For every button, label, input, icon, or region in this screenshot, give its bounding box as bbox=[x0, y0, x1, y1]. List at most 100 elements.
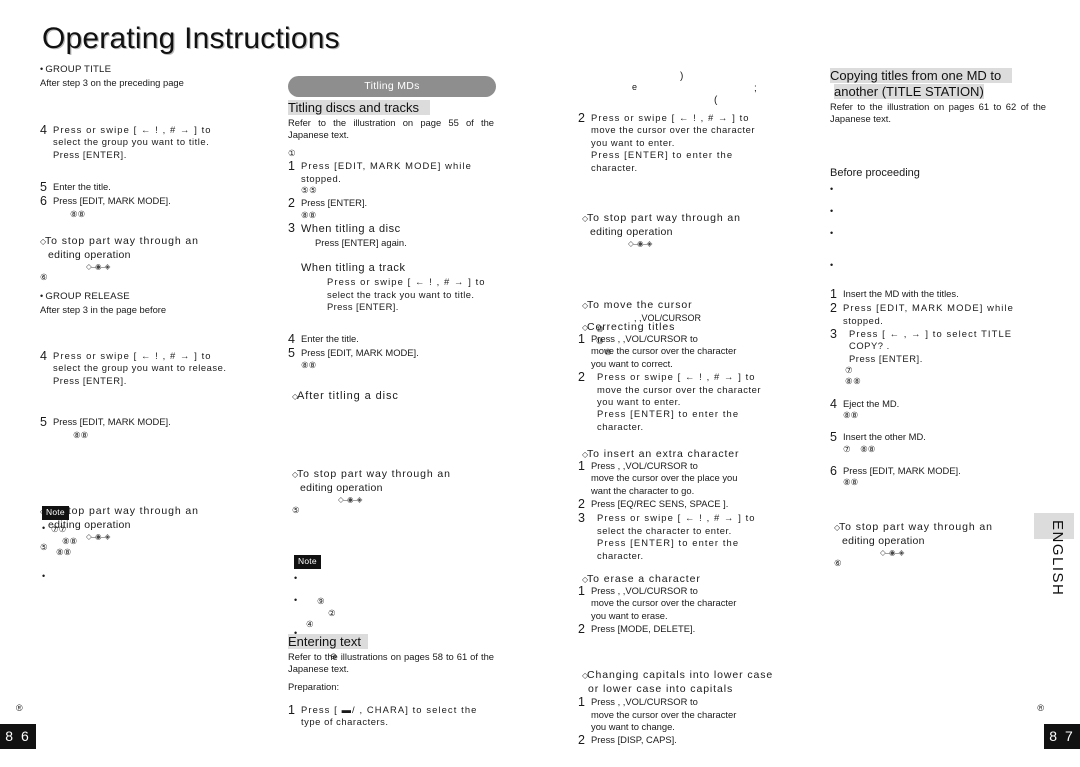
group-title-heading: GROUP TITLE bbox=[40, 64, 268, 77]
step-line: Press [EDIT, MARK MODE]. bbox=[53, 195, 171, 207]
step-line: COPY? . bbox=[849, 340, 890, 352]
step-line: Eject the MD. bbox=[843, 397, 900, 409]
circled-reference: ⑧⑧ bbox=[843, 477, 859, 488]
when-titling-track-line: Press or swipe [ ← ! , # → ] to bbox=[327, 276, 486, 288]
stop-heading-ghost: To stop part way through an bbox=[297, 467, 451, 480]
step-line: Enter the title. bbox=[301, 333, 359, 344]
changing-caps-section: ◇Changing capitals into lower caseChangi… bbox=[578, 668, 798, 748]
step-number: 5 bbox=[40, 415, 47, 429]
page-number-left: 8 6 bbox=[0, 724, 36, 749]
circled-reference: ⑦ bbox=[845, 365, 854, 376]
step-line: character. bbox=[597, 420, 644, 432]
when-titling-disc-heading: When titling a disc bbox=[301, 222, 401, 235]
step-line: move the cursor over the character bbox=[591, 124, 756, 136]
note-block-1: Note ⑦⑦ ⑧⑧ ⑧⑧ bbox=[42, 506, 262, 583]
before-item bbox=[830, 260, 1046, 273]
stop-heading-line2: editing operation bbox=[842, 535, 925, 548]
insert-character-heading: ◇ To insert an extra character bbox=[582, 447, 798, 460]
stop-heading-ghost: To stop part way through an bbox=[839, 521, 993, 533]
ocr-artifacts: ) e ; ( bbox=[578, 70, 798, 118]
circled-reference: ⑤⑤ bbox=[301, 185, 318, 196]
artifact-glyph: ( bbox=[714, 95, 718, 106]
note-item-circle: ② bbox=[328, 607, 336, 618]
when-titling-track-line: select the track you want to title. bbox=[327, 288, 475, 300]
step-line: Press [ENTER] to enter the bbox=[591, 149, 734, 161]
step-line: move the cursor over the character bbox=[591, 597, 737, 609]
note-item: ⑦⑦ bbox=[42, 523, 262, 536]
erase-character-heading: ◇ To erase a character bbox=[582, 572, 798, 585]
step-number: 4 bbox=[288, 332, 295, 346]
step-line: Press [ENTER]. bbox=[301, 197, 368, 209]
step-number: 1 bbox=[578, 459, 585, 473]
when-titling-disc-body: Press [ENTER] again. bbox=[315, 237, 407, 249]
step-line: you want to enter. bbox=[597, 396, 681, 408]
step-line: Press or swipe [ ← ! , # → ] to bbox=[597, 371, 756, 383]
changing-caps-heading: ◇Changing capitals into lower caseChangi… bbox=[582, 668, 798, 696]
step-number: 6 bbox=[830, 463, 837, 478]
changing-caps-heading-line2: or lower case into capitals bbox=[588, 683, 734, 696]
stop-operation-heading-1: ◇To stop part way through anTo stop part… bbox=[40, 234, 268, 284]
note-label: Note bbox=[294, 555, 321, 569]
manual-page: Operating Instructions GROUP TITLE After… bbox=[0, 0, 1080, 767]
step-line: you want to erase. bbox=[591, 609, 668, 621]
circled-reference: ⑤ bbox=[292, 504, 301, 515]
registered-mark-right: ® bbox=[1037, 703, 1044, 713]
stop-heading-dots: ◇–◉–◈ bbox=[628, 239, 652, 249]
step-number: 3 bbox=[830, 326, 837, 341]
entering-text-ref: Refer to the illustrations on pages 58 t… bbox=[288, 650, 494, 675]
before-item bbox=[830, 228, 1046, 261]
registered-mark-left: ® bbox=[16, 703, 23, 713]
step-line: you want to enter. bbox=[591, 136, 675, 148]
step-line: character. bbox=[591, 161, 638, 173]
circled-reference: ⑥ bbox=[834, 558, 843, 569]
before-proceeding-block: Before proceeding bbox=[830, 166, 1046, 273]
step-line: select the group you want to release. bbox=[53, 362, 227, 374]
step-number: 2 bbox=[578, 733, 585, 748]
step-number: 2 bbox=[578, 497, 585, 512]
step-number: 4 bbox=[830, 396, 837, 411]
insert-character-section: ◇ To insert an extra character 1 Press , … bbox=[578, 447, 798, 563]
copying-titles-heading-line2: another (TITLE STATION) bbox=[834, 83, 984, 99]
artifact-glyph: ; bbox=[754, 83, 757, 94]
step-line: Press [MODE, DELETE]. bbox=[591, 623, 696, 635]
step-line: Insert the other MD. bbox=[843, 431, 926, 443]
step-line: stopped. bbox=[843, 314, 884, 326]
step-line: you want to change. bbox=[591, 720, 675, 732]
step-number: 1 bbox=[578, 695, 585, 710]
note-item bbox=[42, 571, 262, 583]
titling-steps: ① 1 Press [EDIT, MARK MODE] while stoppe… bbox=[288, 148, 494, 315]
step-line: Press [EDIT, MARK MODE]. bbox=[843, 464, 961, 476]
step-line: stopped. bbox=[301, 172, 342, 184]
stop-heading-ghost: To stop part way through an bbox=[587, 212, 741, 224]
step-line: you want to correct. bbox=[591, 357, 673, 369]
page-title: Operating Instructions bbox=[42, 22, 340, 55]
erase-ghost: To erase a character bbox=[587, 573, 701, 585]
stop-operation-heading-col4: ◇To stop part way through anTo stop part… bbox=[834, 520, 1046, 570]
after-titling-ghost: After titling a disc bbox=[297, 390, 399, 402]
step-line: Press or swipe [ ← ! , # → ] to bbox=[591, 112, 750, 123]
step-line: move the cursor over the place you bbox=[591, 472, 738, 484]
group-release-heading: GROUP RELEASE bbox=[40, 291, 268, 304]
note-item-circle: ⑧⑧ bbox=[62, 535, 78, 546]
step-number: 5 bbox=[288, 346, 295, 361]
step-number: 1 bbox=[578, 584, 585, 598]
step-line: Press [ENTER] to enter the bbox=[597, 408, 740, 420]
entering-text-section: Entering text Refer to the illustrations… bbox=[288, 634, 494, 730]
stop-heading-ghost: To stop part way through an bbox=[45, 235, 199, 247]
note-item-circle: ⑧⑧ bbox=[56, 547, 72, 558]
step-line: Press , ,VOL/CURSOR to bbox=[591, 333, 698, 344]
step-line: Insert the MD with the titles. bbox=[843, 288, 959, 299]
copying-titles-ref: Refer to the illustration on pages 61 to… bbox=[830, 100, 1046, 124]
group-release-subtitle: After step 3 in the page before bbox=[40, 303, 167, 315]
group-release-step-4: 4 Press or swipe [ ← ! , # → ] to select… bbox=[40, 349, 268, 388]
step-number: 1 bbox=[288, 702, 295, 717]
note-item bbox=[294, 573, 494, 585]
correcting-titles-section: ◇ Correcting titles 1 Press , ,VOL/CURSOR… bbox=[578, 320, 798, 434]
entering-text-heading: Entering text bbox=[288, 634, 369, 649]
step-line: want the character to go. bbox=[591, 484, 695, 496]
step-line: type of characters. bbox=[301, 716, 389, 728]
step-line: Press [DISP, CAPS]. bbox=[591, 734, 677, 746]
step-line: Press , ,VOL/CURSOR to bbox=[591, 696, 698, 708]
note-label: Note bbox=[42, 506, 69, 520]
step-line: Press or swipe [ ← ! , # → ] to bbox=[597, 512, 756, 524]
